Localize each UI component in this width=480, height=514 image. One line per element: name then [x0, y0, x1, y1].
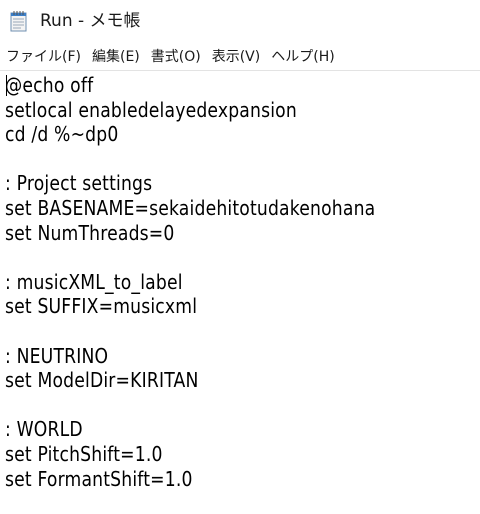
- notepad-icon: [10, 11, 27, 32]
- menu-help[interactable]: ヘルプ(H): [271, 44, 334, 70]
- editor-line: : musicXML_to_label: [5, 269, 183, 294]
- menu-view[interactable]: 表示(V): [212, 44, 261, 70]
- editor-line: set FormantShift=1.0: [5, 466, 193, 491]
- title-bar[interactable]: Run - メモ帳: [0, 0, 480, 42]
- text-editor[interactable]: @echo off setlocal enabledelayedexpansio…: [0, 70, 480, 514]
- editor-line: @echo off: [5, 73, 94, 97]
- editor-line: set ModelDir=KIRITAN: [5, 368, 199, 393]
- editor-line: cd /d %~dp0: [5, 122, 119, 147]
- editor-line: set BASENAME=sekaidehitotudakenohana: [5, 196, 376, 220]
- menu-file[interactable]: ファイル(F): [6, 44, 81, 70]
- editor-line: : WORLD: [5, 417, 83, 442]
- menu-bar: ファイル(F) 編集(E) 書式(O) 表示(V) ヘルプ(H): [0, 44, 480, 70]
- editor-line: setlocal enabledelayedexpansion: [5, 97, 297, 122]
- editor-line: : NEUTRINO: [5, 343, 109, 368]
- menu-edit[interactable]: 編集(E): [92, 44, 140, 70]
- editor-line: set PitchShift=1.0: [5, 442, 163, 466]
- menu-format[interactable]: 書式(O): [151, 44, 201, 70]
- window-title: Run - メモ帳: [40, 11, 141, 31]
- notepad-window: Run - メモ帳 ファイル(F) 編集(E) 書式(O) 表示(V) ヘルプ(…: [0, 0, 480, 514]
- editor-line: set NumThreads=0: [5, 220, 175, 245]
- editor-line: set SUFFIX=musicxml: [5, 294, 198, 319]
- editor-line: : Project settings: [5, 171, 153, 196]
